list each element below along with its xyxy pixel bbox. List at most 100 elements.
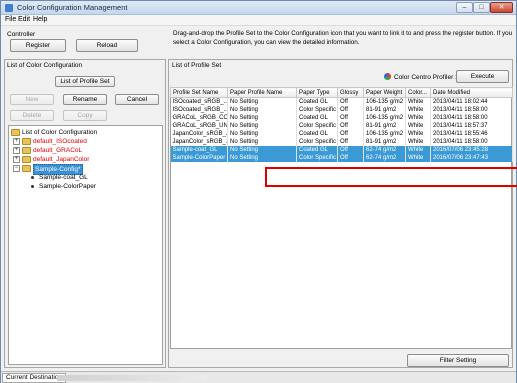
cell-paper-type: Coated GL [296, 114, 338, 122]
cell-date-modified: 2013/04/11 18:57:37 [430, 122, 513, 130]
column-header-glossy[interactable]: Glossy [337, 87, 364, 98]
color-configuration-title: List of Color Configuration [7, 62, 83, 69]
cell-color: White [405, 154, 431, 162]
cell-color: White [405, 130, 431, 138]
menu-help[interactable]: Help [33, 16, 47, 23]
profile-set-icon [31, 185, 34, 188]
cell-paper-weight: 81-91 g/m2 [363, 106, 406, 114]
menu-file[interactable]: File [5, 16, 16, 23]
cell-paper-profile-name: No Setting [227, 114, 297, 122]
controller-label: Controller [7, 31, 36, 38]
table-row[interactable]: Sample-ColorPaper No Setting Color Specifi… [170, 154, 513, 162]
minimize-icon: – [462, 4, 467, 11]
reload-button[interactable]: Reload [76, 39, 138, 52]
cell-glossy: Off [337, 146, 364, 154]
cell-color: White [405, 114, 431, 122]
folder-icon [11, 129, 20, 136]
cell-glossy: Off [337, 106, 364, 114]
cell-date-modified: 2013/04/11 18:02:44 [430, 97, 513, 106]
tree-child-label: Sample-ColorPaper [39, 183, 97, 190]
cell-date-modified: 2013/04/11 18:55:46 [430, 130, 513, 138]
folder-icon [22, 165, 31, 172]
cell-paper-weight: 81-91 g/m2 [363, 122, 406, 130]
list-of-profile-set-button[interactable]: List of Profile Set [55, 76, 115, 87]
cell-paper-type: Color Specific [296, 154, 338, 162]
cell-paper-profile-name: No Setting [227, 130, 297, 138]
cell-paper-profile-name: No Setting [227, 154, 297, 162]
cell-color: White [405, 122, 431, 130]
cell-paper-type: Color Specific [296, 106, 338, 114]
new-button[interactable]: New [10, 94, 54, 105]
cell-profile-set-name: JapanColor_sRGB_... [170, 130, 228, 138]
column-header-profile-set-name[interactable]: Profile Set Name [170, 87, 228, 98]
cell-profile-set-name: ISOcoated_sRGB_... [170, 97, 228, 106]
color-centro-icon [384, 73, 391, 80]
execute-button[interactable]: Execute [456, 70, 509, 83]
cell-paper-type: Coated GL [296, 130, 338, 138]
table-row[interactable]: ISOcoated_sRGB_... No Setting Color Specif… [170, 106, 513, 114]
maximize-button[interactable]: □ [473, 2, 490, 13]
close-icon: ✕ [498, 4, 505, 11]
expand-icon[interactable]: + [13, 138, 20, 145]
table-row[interactable]: JapanColor_sRGB_... No Setting Coated GL Of… [170, 130, 513, 138]
column-header-date-modified[interactable]: Date Modified [430, 87, 513, 98]
main-window: Color Configuration Management – □ ✕ Fil… [0, 0, 517, 383]
cell-paper-type: Color Specific [296, 138, 338, 146]
expand-icon[interactable]: + [13, 156, 20, 163]
status-strip [57, 375, 207, 381]
close-button[interactable]: ✕ [490, 2, 513, 13]
cancel-button[interactable]: Cancel [115, 94, 159, 105]
filter-setting-button[interactable]: Filter Setting [407, 354, 509, 367]
column-header-paper-weight[interactable]: Paper Weight [363, 87, 406, 98]
rename-button[interactable]: Rename [63, 94, 107, 105]
register-button[interactable]: Register [10, 39, 66, 52]
cell-color: White [405, 138, 431, 146]
cell-profile-set-name: Sample-ColorPaper [170, 154, 228, 162]
cell-paper-type: Color Specific [296, 122, 338, 130]
status-bar: Current Destination [1, 371, 516, 383]
column-header-paper-profile-name[interactable]: Paper Profile Name [227, 87, 297, 98]
cell-date-modified: 2013/04/11 18:58:00 [430, 138, 513, 146]
tree-item-label: default_GRACoL [33, 147, 83, 154]
profile-set-title: List of Profile Set [172, 62, 222, 69]
menu-bar: File Edit Help [1, 15, 516, 26]
cell-profile-set-name: GRACoL_sRGB_UN... [170, 122, 228, 130]
menu-edit[interactable]: Edit [18, 16, 30, 23]
copy-button[interactable]: Copy [63, 110, 107, 121]
cell-paper-weight: 106-135 g/m2 [363, 130, 406, 138]
column-header-paper-type[interactable]: Paper Type [296, 87, 338, 98]
cell-color: White [405, 106, 431, 114]
profile-set-table: Profile Set Name Paper Profile Name Pape… [170, 87, 513, 162]
cell-glossy: Off [337, 122, 364, 130]
table-row[interactable]: ISOcoated_sRGB_... No Setting Coated GL Off… [170, 97, 513, 106]
table-row[interactable]: Sample-coat_GL No Setting Coated GL Off 62-7… [170, 146, 513, 154]
table-row[interactable]: GRACoL_sRGB_CO... No Setting Coated GL Off 1… [170, 114, 513, 122]
maximize-icon: □ [479, 4, 484, 11]
cell-paper-weight: 106-135 g/m2 [363, 97, 406, 106]
cell-paper-weight: 106-135 g/m2 [363, 114, 406, 122]
highlight-annotation [265, 167, 517, 187]
expand-icon[interactable]: + [13, 147, 20, 154]
table-row[interactable]: JapanColor_sRGB_... No Setting Color Speci… [170, 138, 513, 146]
cell-date-modified: 2013/04/11 18:58:00 [430, 114, 513, 122]
minimize-button[interactable]: – [456, 2, 473, 13]
collapse-icon[interactable]: − [13, 165, 20, 172]
instructions-text: Drag-and-drop the Profile Set to the Col… [173, 30, 513, 46]
delete-button[interactable]: Delete [10, 110, 54, 121]
configuration-tree: List of Color Configuration + default_IS… [8, 125, 163, 365]
app-icon [5, 4, 13, 12]
tree-child-label: Sample-coat_GL [39, 174, 88, 181]
cell-paper-profile-name: No Setting [227, 106, 297, 114]
cell-paper-weight: 81-91 g/m2 [363, 138, 406, 146]
cell-glossy: Off [337, 97, 364, 106]
cell-paper-type: Coated GL [296, 97, 338, 106]
title-bar: Color Configuration Management – □ ✕ [1, 1, 516, 15]
table-row[interactable]: GRACoL_sRGB_UN... No Setting Color Specifi… [170, 122, 513, 130]
cell-glossy: Off [337, 154, 364, 162]
cell-paper-profile-name: No Setting [227, 97, 297, 106]
column-header-color[interactable]: Color... [405, 87, 431, 98]
cell-profile-set-name: JapanColor_sRGB_... [170, 138, 228, 146]
folder-icon [22, 147, 31, 154]
cell-color: White [405, 146, 431, 154]
window-title: Color Configuration Management [17, 3, 128, 12]
